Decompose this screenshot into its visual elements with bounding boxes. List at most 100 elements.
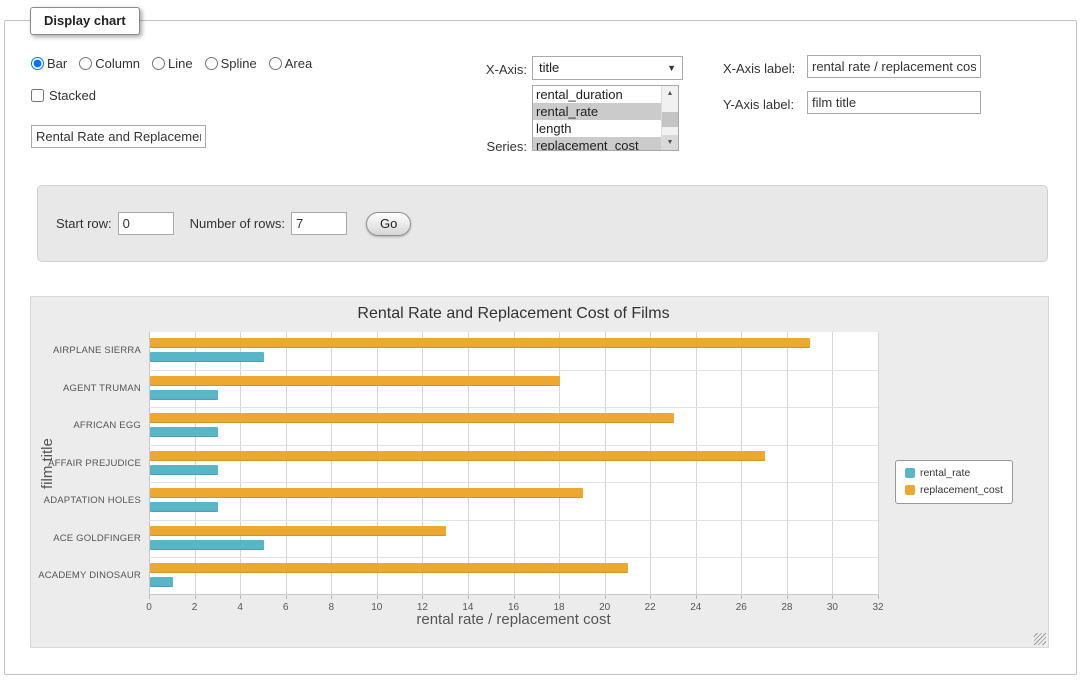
chart-type-column[interactable]: Column xyxy=(79,56,140,71)
gridline xyxy=(650,332,651,595)
resize-grip-icon[interactable] xyxy=(1034,633,1046,645)
category-gridline xyxy=(149,557,878,558)
radio-label: Spline xyxy=(221,56,257,71)
tick-mark xyxy=(605,595,606,599)
bar-replacement_cost[interactable] xyxy=(150,563,628,573)
bar-rental_rate[interactable] xyxy=(150,352,264,362)
category-gridline xyxy=(149,370,878,371)
bar-replacement_cost[interactable] xyxy=(150,338,810,348)
tick-mark xyxy=(422,595,423,599)
category-gridline xyxy=(149,445,878,446)
x-axis-select[interactable]: title ▼ xyxy=(532,56,683,80)
x-axis-label-input[interactable] xyxy=(807,55,981,78)
x-axis-title: rental rate / replacement cost xyxy=(149,611,878,628)
series-option-rental_rate[interactable]: rental_rate xyxy=(533,103,661,120)
gridline xyxy=(832,332,833,595)
gridline xyxy=(422,332,423,595)
bar-rental_rate[interactable] xyxy=(150,540,264,550)
chart-type-spline[interactable]: Spline xyxy=(205,56,257,71)
gridline xyxy=(195,332,196,595)
tick-mark xyxy=(149,595,150,599)
chart-type-line[interactable]: Line xyxy=(152,56,193,71)
bar-replacement_cost[interactable] xyxy=(150,488,583,498)
chart-type-radio-bar[interactable] xyxy=(31,57,44,70)
gridline xyxy=(878,332,879,595)
stacked-option[interactable]: Stacked xyxy=(31,88,96,103)
gridline xyxy=(559,332,560,595)
bar-rental_rate[interactable] xyxy=(150,577,173,587)
category-gridline xyxy=(149,482,878,483)
chart-title-input[interactable] xyxy=(31,125,206,148)
gridline xyxy=(787,332,788,595)
tick-mark xyxy=(832,595,833,599)
tick-mark xyxy=(696,595,697,599)
tick-mark xyxy=(741,595,742,599)
radio-label: Area xyxy=(285,56,312,71)
bar-replacement_cost[interactable] xyxy=(150,376,560,386)
bar-rental_rate[interactable] xyxy=(150,502,218,512)
gridline xyxy=(741,332,742,595)
x-axis-select-label: X-Axis: xyxy=(440,62,527,77)
start-row-input[interactable] xyxy=(118,212,174,235)
chart-type-group: Bar Column Line Spline Area xyxy=(31,56,312,71)
gridline xyxy=(377,332,378,595)
legend-swatch xyxy=(905,468,915,478)
y-axis-label-input[interactable] xyxy=(807,91,981,114)
radio-label: Line xyxy=(168,56,193,71)
chart-panel: Rental Rate and Replacement Cost of Film… xyxy=(30,296,1049,648)
series-option-rental_duration[interactable]: rental_duration xyxy=(533,86,661,103)
y-axis-title: film title xyxy=(39,332,56,595)
x-axis-select-value: title xyxy=(539,60,559,75)
bar-rental_rate[interactable] xyxy=(150,465,218,475)
series-listbox[interactable]: rental_durationrental_ratelengthreplacem… xyxy=(532,85,679,151)
tick-mark xyxy=(286,595,287,599)
gridline xyxy=(605,332,606,595)
tick-mark xyxy=(240,595,241,599)
series-label: Series: xyxy=(440,139,527,154)
series-scrollbar[interactable]: ▲ ▼ xyxy=(661,86,678,150)
number-of-rows-label: Number of rows: xyxy=(190,216,285,231)
tick-mark xyxy=(377,595,378,599)
series-options: rental_durationrental_ratelengthreplacem… xyxy=(533,86,661,150)
scroll-down-icon[interactable]: ▼ xyxy=(662,135,678,150)
tick-mark xyxy=(787,595,788,599)
stacked-checkbox[interactable] xyxy=(31,89,44,102)
series-option-replacement_cost[interactable]: replacement_cost xyxy=(533,137,661,151)
legend-label: rental_rate xyxy=(920,467,970,479)
gridline xyxy=(696,332,697,595)
start-row-label: Start row: xyxy=(56,216,112,231)
chart-type-radio-column[interactable] xyxy=(79,57,92,70)
chart-type-radio-area[interactable] xyxy=(269,57,282,70)
tick-mark xyxy=(650,595,651,599)
chart-type-radio-spline[interactable] xyxy=(205,57,218,70)
legend-swatch xyxy=(905,485,915,495)
bar-replacement_cost[interactable] xyxy=(150,526,446,536)
fieldset-legend: Display chart xyxy=(30,7,140,35)
series-option-length[interactable]: length xyxy=(533,120,661,137)
chart-type-area[interactable]: Area xyxy=(269,56,312,71)
scrollbar-thumb[interactable] xyxy=(662,112,678,127)
chevron-down-icon: ▼ xyxy=(667,64,676,73)
legend-label: replacement_cost xyxy=(920,484,1003,496)
tick-mark xyxy=(559,595,560,599)
tick-mark xyxy=(195,595,196,599)
x-axis-label-label: X-Axis label: xyxy=(723,61,795,76)
chart-type-bar[interactable]: Bar xyxy=(31,56,67,71)
tick-mark xyxy=(878,595,879,599)
tick-mark xyxy=(468,595,469,599)
go-button[interactable]: Go xyxy=(366,212,411,236)
bar-replacement_cost[interactable] xyxy=(150,413,674,423)
chart-legend: rental_rate replacement_cost xyxy=(895,460,1013,504)
bar-rental_rate[interactable] xyxy=(150,390,218,400)
bar-replacement_cost[interactable] xyxy=(150,451,765,461)
gridline xyxy=(240,332,241,595)
number-of-rows-input[interactable] xyxy=(291,212,347,235)
scroll-up-icon[interactable]: ▲ xyxy=(662,86,678,101)
legend-item-replacement_cost[interactable]: replacement_cost xyxy=(905,484,1003,496)
tick-mark xyxy=(331,595,332,599)
y-axis-label-label: Y-Axis label: xyxy=(723,97,794,112)
chart-type-radio-line[interactable] xyxy=(152,57,165,70)
page: Display chart Bar Column Line Spline Area St… xyxy=(0,0,1081,681)
bar-rental_rate[interactable] xyxy=(150,427,218,437)
legend-item-rental_rate[interactable]: rental_rate xyxy=(905,467,1003,479)
